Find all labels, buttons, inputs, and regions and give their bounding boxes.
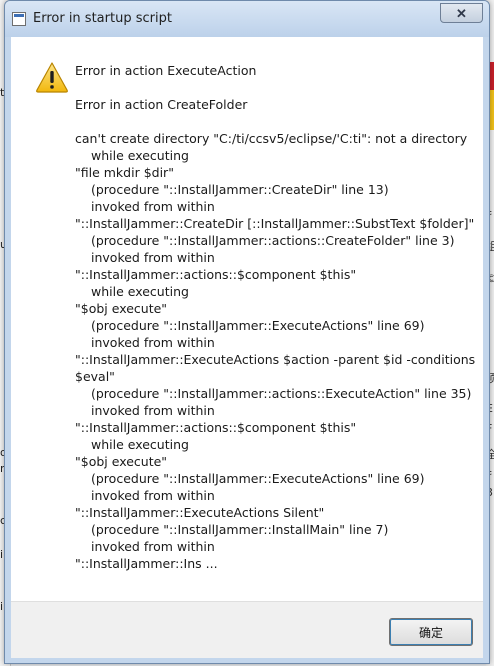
message-line: (procedure "::InstallJammer::InstallMain…	[91, 522, 389, 537]
message-line: "::InstallJammer::actions::$component $t…	[75, 267, 357, 282]
message-line	[75, 79, 475, 96]
message-line: while executing	[91, 437, 189, 452]
message-line: "file mkdir $dir"	[75, 165, 174, 180]
message-line: $eval"	[75, 369, 115, 384]
message-line: (procedure "::InstallJammer::ExecuteActi…	[91, 471, 425, 486]
message-line: can't create directory "C:/ti/ccsv5/ecli…	[75, 131, 468, 146]
message-line: "::InstallJammer::ExecuteActions $action…	[75, 352, 476, 367]
message-line: invoked from within	[91, 250, 215, 265]
message-line: "$obj execute"	[75, 301, 168, 316]
warning-icon	[36, 62, 68, 93]
message-line: while executing	[91, 284, 189, 299]
message-line: (procedure "::InstallJammer::ExecuteActi…	[91, 318, 425, 333]
message-line: "::InstallJammer::ExecuteActions Silent"	[75, 505, 325, 520]
close-icon: ✕	[456, 6, 467, 21]
dialog-title: Error in startup script	[33, 11, 172, 26]
message-area: Error in action ExecuteAction Error in ac…	[11, 37, 483, 601]
ok-button[interactable]: 确定	[389, 618, 473, 646]
error-message-text: Error in action ExecuteAction Error in ac…	[75, 62, 475, 572]
message-line: Error in action ExecuteAction	[75, 63, 257, 78]
message-line: (procedure "::InstallJammer::CreateDir" …	[91, 182, 389, 197]
message-line	[75, 113, 475, 130]
window-icon	[12, 12, 26, 26]
message-line: while executing	[91, 148, 189, 163]
message-line: "$obj execute"	[75, 454, 168, 469]
message-line: invoked from within	[91, 539, 215, 554]
message-line: invoked from within	[91, 488, 215, 503]
message-line: invoked from within	[91, 199, 215, 214]
dialog-client-area: Error in action ExecuteAction Error in ac…	[11, 37, 483, 658]
message-line: "::InstallJammer::actions::$component $t…	[75, 420, 357, 435]
dialog-button-bar: 确定	[11, 601, 483, 658]
message-line: invoked from within	[91, 335, 215, 350]
message-line: Error in action CreateFolder	[75, 97, 248, 112]
message-line: "::InstallJammer::CreateDir [::InstallJa…	[75, 216, 475, 231]
message-line: (procedure "::InstallJammer::actions::Ex…	[91, 386, 472, 401]
message-line: "::InstallJammer::Ins ...	[75, 556, 218, 571]
message-line: invoked from within	[91, 403, 215, 418]
close-button[interactable]: ✕	[440, 3, 483, 23]
dialog-titlebar[interactable]: Error in startup script ✕	[5, 1, 489, 37]
error-dialog: Error in startup script ✕ Error in actio…	[4, 0, 490, 664]
message-line: (procedure "::InstallJammer::actions::Cr…	[91, 233, 455, 248]
